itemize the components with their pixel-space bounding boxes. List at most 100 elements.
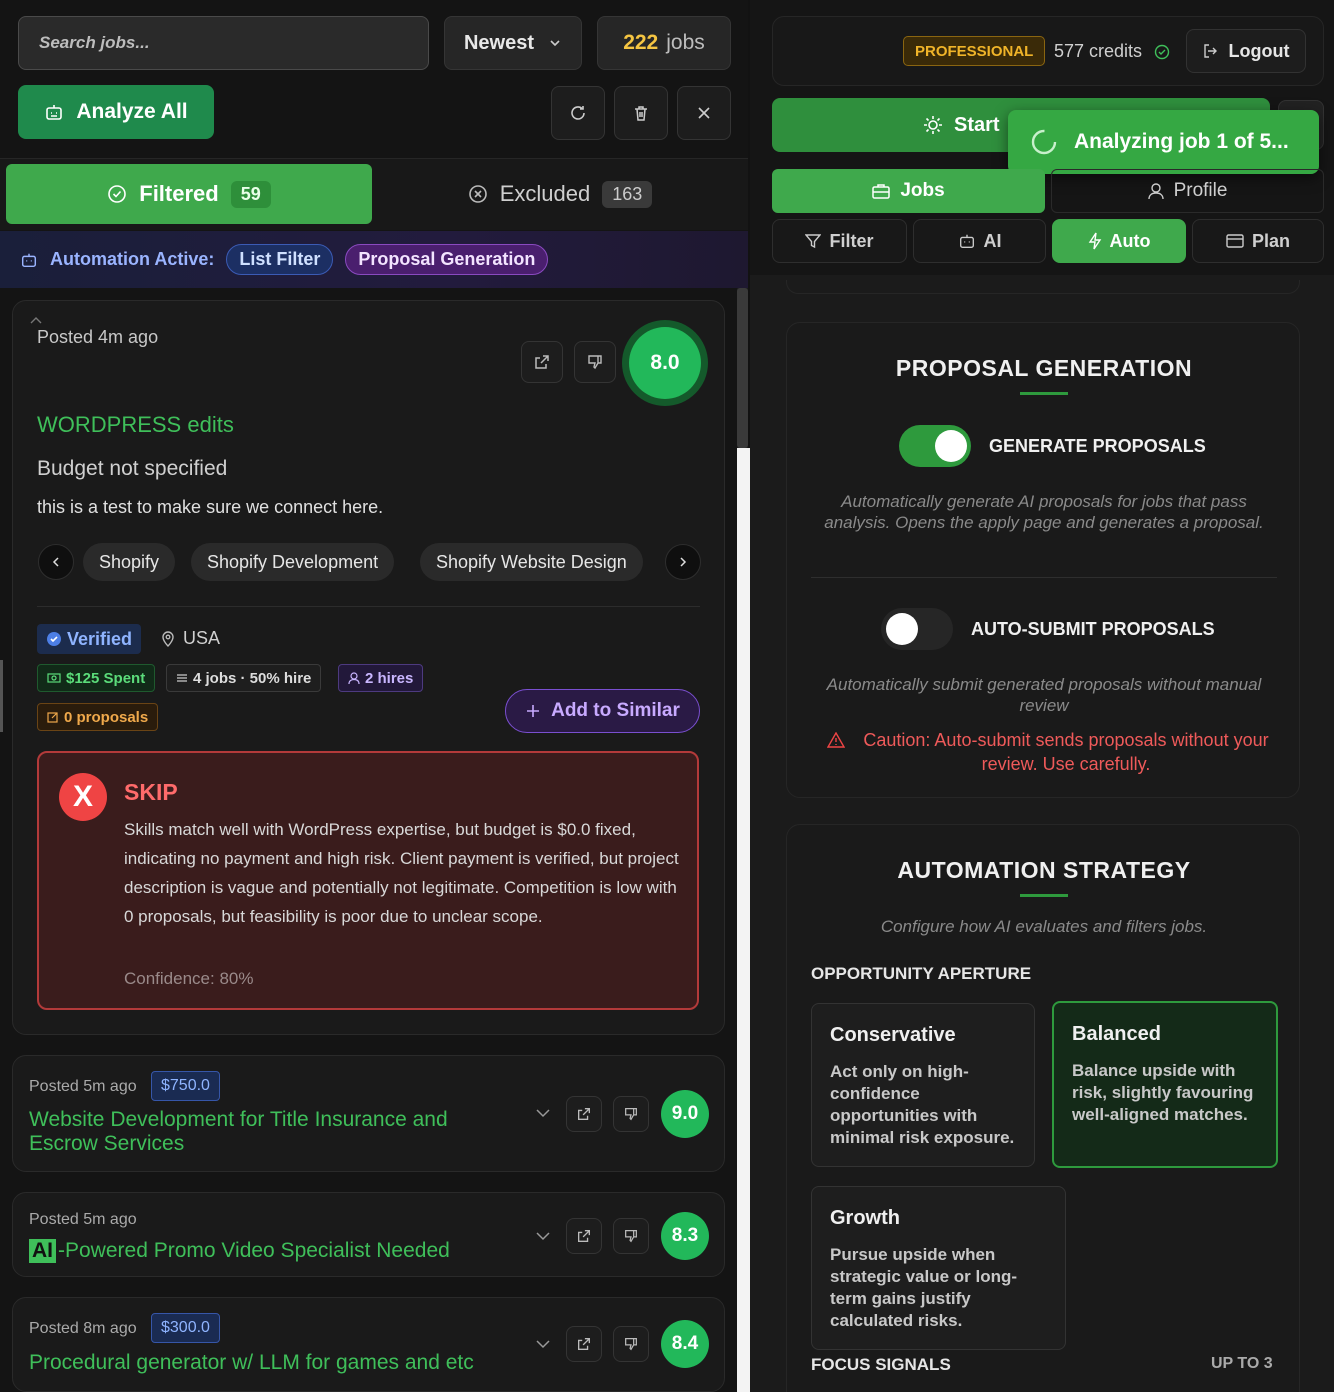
automation-pill-list-filter: List Filter [226, 244, 334, 275]
chevron-down-icon[interactable] [535, 1338, 551, 1350]
previous-card-edge [786, 280, 1300, 294]
ai-highlight: AI [29, 1239, 56, 1263]
title-underline [1020, 392, 1068, 395]
tab-filtered-label: Filtered [139, 181, 219, 206]
user-icon [1147, 182, 1164, 200]
spent-tag: $125 Spent [37, 664, 156, 692]
generate-proposals-toggle[interactable] [899, 425, 971, 467]
tab-profile[interactable]: Profile [1051, 169, 1324, 213]
option-desc: Act only on high-confidence opportunitie… [830, 1062, 1015, 1147]
analyzing-toast: Analyzing job 1 of 5... [1008, 110, 1319, 174]
settings-panel: PROFESSIONAL 577 credits Logout Start An… [750, 0, 1334, 1392]
job-title[interactable]: Website Development for Title Insurance … [29, 1108, 499, 1156]
resize-handle[interactable] [0, 660, 3, 732]
job-card[interactable]: Posted 8m ago $300.0 Procedural generato… [12, 1297, 725, 1392]
robot-icon [20, 251, 38, 269]
close-button[interactable] [677, 86, 731, 140]
search-input[interactable]: Search jobs... [18, 16, 429, 70]
job-title-text: -Powered Promo Video Specialist Needed [58, 1239, 450, 1262]
skills-next-button[interactable] [665, 544, 701, 580]
analyze-all-button[interactable]: Analyze All [18, 85, 214, 139]
subtab-filter[interactable]: Filter [772, 219, 907, 263]
verdict-box: X SKIP Skills match well with WordPress … [37, 751, 699, 1010]
option-balanced[interactable]: Balanced Balance upside with risk, sligh… [1052, 1001, 1278, 1168]
refresh-icon [568, 103, 588, 123]
skills-prev-button[interactable] [38, 544, 74, 580]
subtab-plan-label: Plan [1251, 230, 1290, 251]
automation-pill-proposal: Proposal Generation [345, 244, 549, 275]
divider [37, 606, 700, 607]
delete-button[interactable] [614, 86, 668, 140]
posted-time: Posted 5m ago [29, 1211, 137, 1228]
subtab-filter-label: Filter [829, 230, 874, 251]
job-card[interactable]: Posted 5m ago AI -Powered Promo Video Sp… [12, 1192, 725, 1277]
chevron-down-icon [548, 36, 562, 50]
external-link-icon [576, 1228, 592, 1244]
add-to-similar-button[interactable]: Add to Similar [505, 689, 700, 733]
list-icon [176, 672, 188, 684]
job-title[interactable]: Procedural generator w/ LLM for games an… [29, 1351, 474, 1375]
thumbs-down-icon [623, 1228, 639, 1244]
open-external-button[interactable] [566, 1218, 602, 1254]
toggle-knob [886, 613, 918, 645]
section-label: OPPORTUNITY APERTURE [811, 964, 1032, 983]
logout-button[interactable]: Logout [1186, 29, 1306, 73]
sort-dropdown[interactable]: Newest [444, 16, 582, 70]
score-badge: 8.3 [661, 1212, 709, 1260]
skill-tag: Shopify Website Design [420, 543, 643, 581]
chevron-up-icon[interactable] [29, 315, 43, 325]
job-title[interactable]: WORDPRESS edits [37, 412, 234, 438]
scrollbar-thumb[interactable] [737, 288, 748, 448]
tab-jobs[interactable]: Jobs [772, 169, 1045, 213]
tab-filtered[interactable]: Filtered 59 [6, 164, 372, 224]
refresh-button[interactable] [551, 86, 605, 140]
chevron-down-icon[interactable] [535, 1230, 551, 1242]
option-desc: Pursue upside when strategic value or lo… [830, 1245, 1018, 1330]
automation-label: Automation Active: [50, 249, 215, 269]
open-external-button[interactable] [566, 1326, 602, 1362]
dislike-button[interactable] [613, 1096, 649, 1132]
jobs-count-number: 222 [623, 31, 659, 54]
jobs-panel: Search jobs... Newest 222 jobs Analyze A… [0, 0, 748, 1392]
verdict-label: SKIP [124, 779, 178, 805]
chevron-left-icon [50, 556, 62, 568]
job-title[interactable]: AI -Powered Promo Video Specialist Neede… [29, 1239, 450, 1263]
generate-proposals-label: GENERATE PROPOSALS [989, 436, 1206, 456]
verified-label: Verified [67, 628, 133, 649]
tab-profile-label: Profile [1173, 180, 1228, 201]
location-pin-icon [161, 630, 175, 647]
tab-excluded-count: 163 [602, 180, 653, 208]
posted-time: Posted 4m ago [37, 327, 159, 347]
title-underline [1020, 894, 1068, 897]
logout-label: Logout [1228, 40, 1290, 61]
open-external-button[interactable] [566, 1096, 602, 1132]
search-placeholder: Search jobs... [39, 33, 150, 52]
focus-limit: UP TO 3 [1211, 1355, 1273, 1372]
verified-icon [46, 631, 62, 647]
chevron-down-icon[interactable] [535, 1107, 551, 1119]
divider [811, 577, 1277, 578]
option-growth[interactable]: Growth Pursue upside when strategic valu… [811, 1186, 1066, 1350]
option-conservative[interactable]: Conservative Act only on high-confidence… [811, 1003, 1035, 1167]
subtab-plan[interactable]: Plan [1192, 219, 1324, 263]
plus-icon [525, 703, 541, 719]
score-badge: 8.4 [661, 1320, 709, 1368]
open-external-button[interactable] [521, 341, 563, 383]
auto-submit-toggle[interactable] [881, 608, 953, 650]
dislike-button[interactable] [613, 1326, 649, 1362]
job-description: this is a test to make sure we connect h… [37, 497, 384, 517]
section-label: FOCUS SIGNALS [811, 1355, 951, 1374]
jobs-count-suffix: jobs [666, 31, 705, 54]
job-card[interactable]: Posted 5m ago $750.0 Website Development… [12, 1055, 725, 1172]
subtab-ai[interactable]: AI [913, 219, 1046, 263]
tab-excluded[interactable]: Excluded 163 [372, 164, 748, 224]
dislike-button[interactable] [613, 1218, 649, 1254]
spent-label: $125 Spent [66, 669, 146, 687]
credits-display: 577 credits [1054, 41, 1170, 62]
hires-label: 2 hires [365, 669, 414, 687]
hires-tag: 2 hires [338, 664, 424, 692]
skill-tag: Shopify [83, 543, 176, 581]
edit-icon [47, 711, 59, 723]
dislike-button[interactable] [574, 341, 616, 383]
subtab-auto[interactable]: Auto [1052, 219, 1186, 263]
